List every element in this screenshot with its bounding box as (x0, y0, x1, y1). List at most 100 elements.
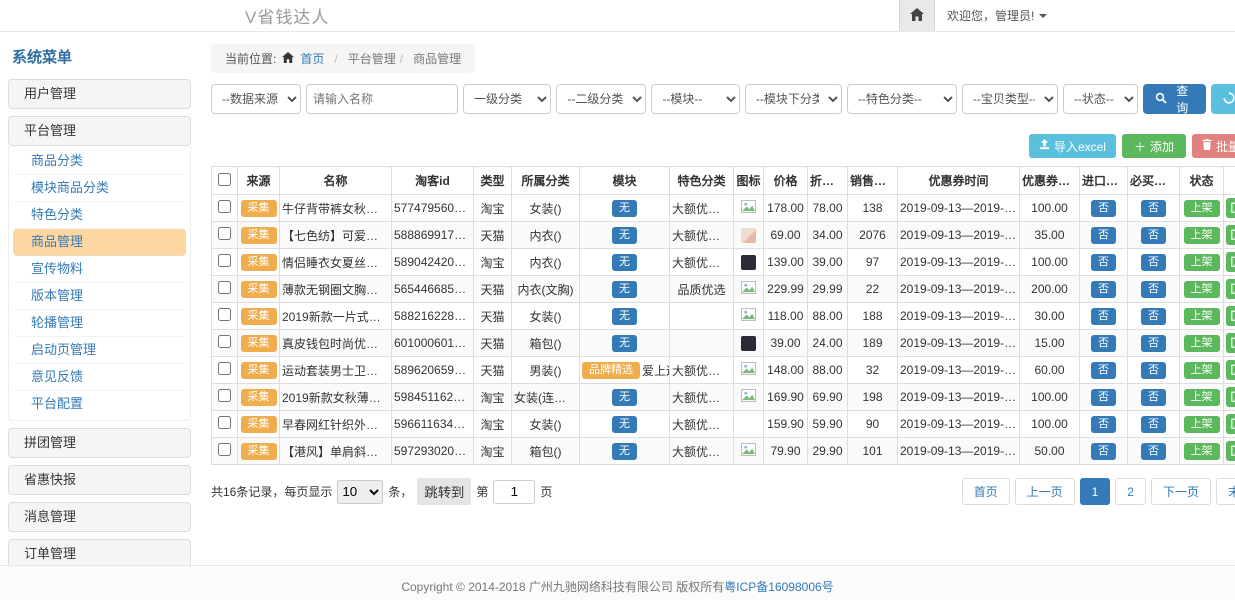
imported-toggle-button[interactable]: 否 (1091, 362, 1116, 379)
edit-button[interactable] (1226, 387, 1235, 407)
status-button[interactable]: 上架 (1184, 200, 1220, 217)
jump-button[interactable]: 跳转到 (417, 478, 471, 505)
status-button[interactable]: 上架 (1184, 416, 1220, 433)
must-buy-toggle-button[interactable]: 否 (1141, 443, 1166, 460)
sales-count: 2076 (848, 222, 898, 249)
module-badge: 无 (612, 254, 637, 271)
sidebar-group-省惠快报[interactable]: 省惠快报 (8, 465, 191, 495)
row-checkbox[interactable] (218, 200, 231, 213)
data-source-select[interactable]: --数据来源-- (211, 84, 301, 114)
status-button[interactable]: 上架 (1184, 443, 1220, 460)
page-button-上一页[interactable]: 上一页 (1015, 478, 1075, 505)
imported-toggle-button[interactable]: 否 (1091, 389, 1116, 406)
row-checkbox[interactable] (218, 254, 231, 267)
status-button[interactable]: 上架 (1184, 281, 1220, 298)
coupon-amount: 35.00 (1020, 222, 1080, 249)
row-checkbox[interactable] (218, 335, 231, 348)
imported-toggle-button[interactable]: 否 (1091, 416, 1116, 433)
special-category: 大额优惠券 (670, 411, 734, 438)
sidebar-item-轮播管理[interactable]: 轮播管理 (13, 310, 186, 337)
edit-button[interactable] (1226, 252, 1235, 272)
must-buy-toggle-button[interactable]: 否 (1141, 362, 1166, 379)
search-button[interactable]: 查询 (1143, 84, 1206, 114)
sidebar-item-商品管理[interactable]: 商品管理 (13, 229, 186, 256)
reset-button[interactable]: 重置 (1211, 84, 1235, 114)
row-checkbox[interactable] (218, 389, 231, 402)
add-button[interactable]: ＋ 添加 (1122, 134, 1186, 158)
per-page-select[interactable]: 10 (337, 480, 383, 504)
sidebar-item-启动页管理[interactable]: 启动页管理 (13, 337, 186, 364)
sidebar-item-意见反馈[interactable]: 意见反馈 (13, 364, 186, 391)
sidebar-item-商品分类[interactable]: 商品分类 (13, 148, 186, 175)
sales-count: 32 (848, 357, 898, 384)
sidebar-group-平台管理[interactable]: 平台管理 (8, 116, 191, 146)
imported-toggle-button[interactable]: 否 (1091, 308, 1116, 325)
icp-link[interactable]: 粤ICP备16098006号 (724, 580, 833, 594)
status-button[interactable]: 上架 (1184, 362, 1220, 379)
home-button[interactable] (899, 0, 935, 31)
status-button[interactable]: 上架 (1184, 308, 1220, 325)
row-checkbox[interactable] (218, 443, 231, 456)
status-button[interactable]: 上架 (1184, 335, 1220, 352)
module-select[interactable]: --模块-- (651, 84, 739, 114)
import-excel-button[interactable]: 导入excel (1029, 134, 1116, 158)
batch-delete-button[interactable]: 批量删除 (1192, 134, 1235, 158)
sidebar-item-特色分类[interactable]: 特色分类 (13, 202, 186, 229)
must-buy-toggle-button[interactable]: 否 (1141, 200, 1166, 217)
edit-button[interactable] (1226, 333, 1235, 353)
edit-button[interactable] (1226, 441, 1235, 461)
category-l2-select[interactable]: --二级分类-- (556, 84, 646, 114)
user-menu[interactable]: 欢迎您，管理员! (935, 7, 1235, 24)
page-button-下一页[interactable]: 下一页 (1151, 478, 1211, 505)
imported-toggle-button[interactable]: 否 (1091, 254, 1116, 271)
must-buy-toggle-button[interactable]: 否 (1141, 254, 1166, 271)
imported-toggle-button[interactable]: 否 (1091, 200, 1116, 217)
must-buy-toggle-button[interactable]: 否 (1141, 281, 1166, 298)
breadcrumb-home-link[interactable]: 首页 (300, 50, 324, 67)
row-checkbox[interactable] (218, 416, 231, 429)
imported-toggle-button[interactable]: 否 (1091, 335, 1116, 352)
name-input[interactable] (306, 84, 458, 114)
sidebar-group-拼团管理[interactable]: 拼团管理 (8, 428, 191, 458)
select-all-checkbox[interactable] (218, 173, 231, 186)
edit-button[interactable] (1226, 198, 1235, 218)
imported-toggle-button[interactable]: 否 (1091, 227, 1116, 244)
category-l1-select[interactable]: 一级分类 (463, 84, 551, 114)
sidebar-item-宣传物料[interactable]: 宣传物料 (13, 256, 186, 283)
must-buy-toggle-button[interactable]: 否 (1141, 389, 1166, 406)
item-type-select[interactable]: --宝贝类型-- (962, 84, 1058, 114)
sidebar-item-版本管理[interactable]: 版本管理 (13, 283, 186, 310)
must-buy-toggle-button[interactable]: 否 (1141, 335, 1166, 352)
imported-toggle-button[interactable]: 否 (1091, 443, 1116, 460)
page-button-2[interactable]: 2 (1115, 478, 1146, 505)
sidebar-item-平台配置[interactable]: 平台配置 (13, 391, 186, 418)
status-select[interactable]: --状态-- (1063, 84, 1138, 114)
module-sub-select[interactable]: --模块下分类-- (745, 84, 842, 114)
edit-button[interactable] (1226, 414, 1235, 434)
page-button-1[interactable]: 1 (1080, 478, 1111, 505)
row-checkbox[interactable] (218, 281, 231, 294)
must-buy-toggle-button[interactable]: 否 (1141, 308, 1166, 325)
page-button-末页[interactable]: 末页 (1216, 478, 1235, 505)
must-buy-toggle-button[interactable]: 否 (1141, 227, 1166, 244)
sidebar-group-用户管理[interactable]: 用户管理 (8, 79, 191, 109)
page-number-input[interactable] (493, 480, 535, 504)
sidebar-item-模块商品分类[interactable]: 模块商品分类 (13, 175, 186, 202)
status-button[interactable]: 上架 (1184, 227, 1220, 244)
imported-toggle-button[interactable]: 否 (1091, 281, 1116, 298)
status-button[interactable]: 上架 (1184, 254, 1220, 271)
row-checkbox[interactable] (218, 362, 231, 375)
search-icon (1155, 92, 1167, 107)
edit-button[interactable] (1226, 279, 1235, 299)
status-button[interactable]: 上架 (1184, 389, 1220, 406)
edit-button[interactable] (1226, 360, 1235, 380)
edit-button[interactable] (1226, 306, 1235, 326)
edit-button[interactable] (1226, 225, 1235, 245)
page-button-首页[interactable]: 首页 (962, 478, 1010, 505)
copyright-text: Copyright © 2014-2018 广州九驰网络科技有限公司 版权所有 (401, 580, 724, 594)
sidebar-group-消息管理[interactable]: 消息管理 (8, 502, 191, 532)
row-checkbox[interactable] (218, 308, 231, 321)
special-category-select[interactable]: --特色分类-- (847, 84, 957, 114)
row-checkbox[interactable] (218, 227, 231, 240)
must-buy-toggle-button[interactable]: 否 (1141, 416, 1166, 433)
